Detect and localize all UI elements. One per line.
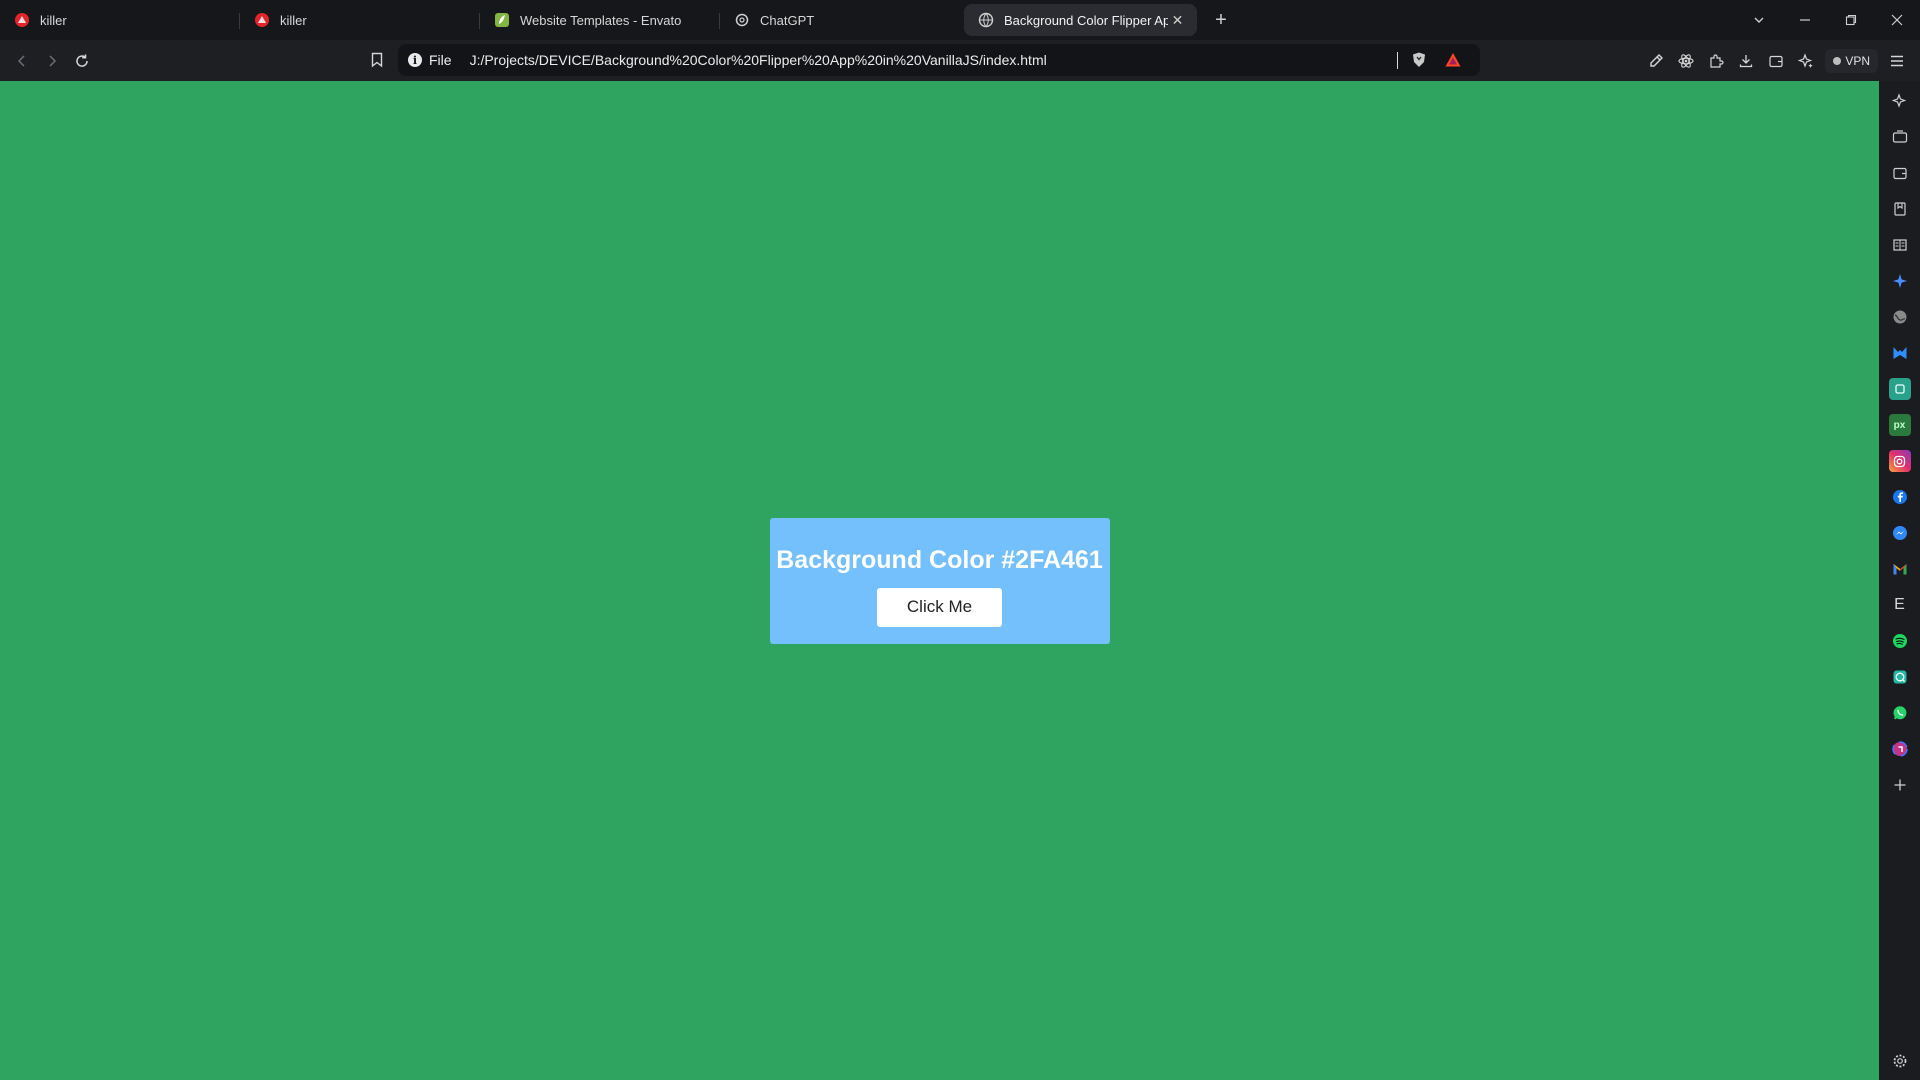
url-scheme: File <box>429 52 452 68</box>
close-tab-icon[interactable]: ✕ <box>1168 10 1187 30</box>
reload-button[interactable] <box>67 46 97 76</box>
tab-title: killer <box>280 12 307 28</box>
threads-icon[interactable] <box>1889 738 1911 760</box>
tab-envato[interactable]: Website Templates - Envato <box>480 4 720 36</box>
whatsapp-icon[interactable] <box>1889 702 1911 724</box>
bookmark-icon[interactable] <box>1889 198 1911 220</box>
chatgpt-icon <box>735 13 749 27</box>
tab-title: Website Templates - Envato <box>520 12 682 28</box>
brave-red-icon <box>255 13 269 27</box>
malwarebytes-icon[interactable] <box>1889 342 1911 364</box>
envato-icon <box>495 13 509 27</box>
brave-red-icon <box>15 13 29 27</box>
page-viewport: Background Color #2FA461 Click Me <box>0 81 1879 1080</box>
sidebar: px E <box>1879 81 1920 1080</box>
color-heading: Background Color #2FA461 <box>776 545 1103 574</box>
globe-icon <box>978 12 994 28</box>
reading-list-icon[interactable] <box>1889 234 1911 256</box>
brave-shields-icon[interactable] <box>1410 51 1428 69</box>
tab-search-chevron-icon[interactable] <box>1736 0 1782 40</box>
settings-gear-icon[interactable] <box>1889 1050 1911 1072</box>
instagram-icon[interactable] <box>1888 450 1911 472</box>
brave-rewards-icon[interactable] <box>1444 51 1462 69</box>
tab-title: ChatGPT <box>760 12 815 28</box>
wallet-icon[interactable] <box>1889 162 1911 184</box>
spotify-icon[interactable] <box>1889 630 1911 652</box>
forward-button[interactable] <box>37 46 67 76</box>
app-square-icon[interactable] <box>1888 378 1911 400</box>
new-tab-button[interactable]: + <box>1207 6 1235 34</box>
download-icon[interactable] <box>1731 46 1761 76</box>
e-letter-icon[interactable]: E <box>1889 594 1911 616</box>
leo-ai-icon[interactable] <box>1791 46 1821 76</box>
click-me-button[interactable]: Click Me <box>877 587 1002 627</box>
info-icon[interactable]: i <box>408 53 422 67</box>
window-controls <box>1736 0 1920 40</box>
tab-strip: killer killer Website Templates - Envato… <box>0 0 1920 40</box>
add-icon[interactable] <box>1889 774 1911 796</box>
messenger-icon[interactable] <box>1889 522 1911 544</box>
bookmark-icon[interactable] <box>362 45 392 75</box>
tab-title: Background Color Flipper App <box>1004 12 1169 28</box>
url-text[interactable]: J:/Projects/DEVICE/Background%20Color%20… <box>470 52 1047 68</box>
close-window-button[interactable] <box>1874 0 1920 40</box>
leo-star-icon[interactable] <box>1889 90 1911 112</box>
facebook-icon[interactable] <box>1889 486 1911 508</box>
globe-icon[interactable] <box>1889 306 1911 328</box>
eyedropper-icon[interactable] <box>1641 46 1671 76</box>
back-button[interactable] <box>7 46 37 76</box>
video-icon[interactable] <box>1889 126 1911 148</box>
tab-title: killer <box>40 12 67 28</box>
tab-killer-2[interactable]: killer <box>240 4 480 36</box>
react-devtools-icon[interactable] <box>1671 46 1701 76</box>
color-card: Background Color #2FA461 Click Me <box>769 517 1110 644</box>
address-divider <box>1397 52 1398 69</box>
wallet-icon[interactable] <box>1761 46 1791 76</box>
pixel-icon[interactable]: px <box>1888 414 1911 436</box>
minimize-button[interactable] <box>1782 0 1828 40</box>
tab-chatgpt[interactable]: ChatGPT <box>720 4 960 36</box>
tab-killer-1[interactable]: killer <box>0 4 240 36</box>
vpn-label: VPN <box>1845 53 1870 68</box>
chat-icon[interactable] <box>1889 666 1911 688</box>
vpn-button[interactable]: VPN <box>1825 48 1878 73</box>
gmail-icon[interactable] <box>1889 558 1911 580</box>
sparkle-icon[interactable] <box>1889 270 1911 292</box>
extensions-icon[interactable] <box>1701 46 1731 76</box>
tab-background-color-flipper[interactable]: Background Color Flipper App ✕ <box>964 4 1197 36</box>
vpn-status-icon <box>1833 56 1842 65</box>
address-bar[interactable]: i File J:/Projects/DEVICE/Background%20C… <box>398 44 1480 76</box>
restore-button[interactable] <box>1828 0 1874 40</box>
toolbar-actions: VPN <box>1641 40 1920 81</box>
menu-icon[interactable] <box>1882 46 1912 76</box>
browser-toolbar: i File J:/Projects/DEVICE/Background%20C… <box>0 40 1920 81</box>
